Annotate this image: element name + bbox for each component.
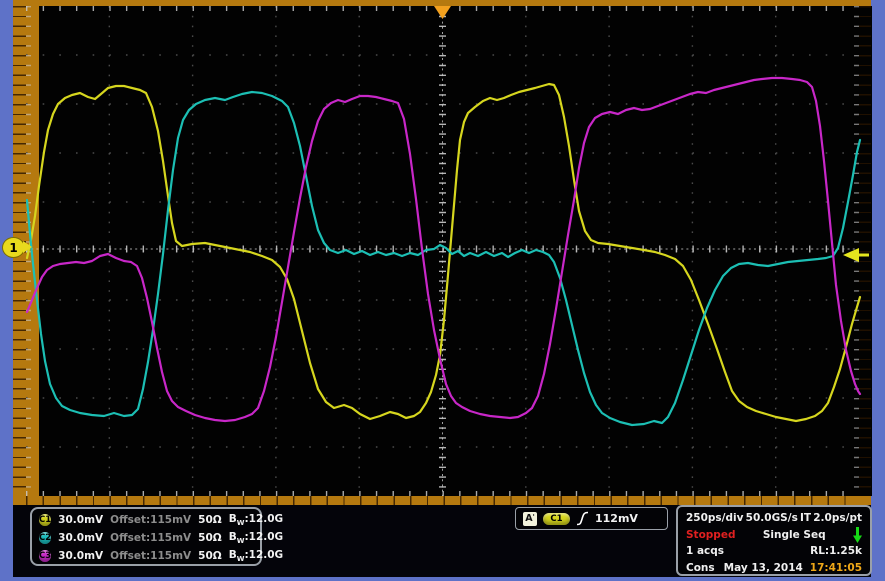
channel-termination: 50Ω bbox=[198, 532, 222, 544]
rising-edge-icon bbox=[576, 511, 589, 526]
channel-scale: 30.0mV bbox=[58, 514, 103, 526]
channel-badge-c1[interactable]: C1 bbox=[39, 514, 51, 526]
resolution-value: 2.0ps/pt bbox=[813, 512, 862, 524]
channel-row-c2[interactable]: C2 30.0mV Offset:115mV 50Ω BW:12.0G bbox=[32, 529, 260, 547]
channel-bandwidth: BW:12.0G bbox=[229, 549, 283, 563]
channel-termination: 50Ω bbox=[198, 514, 222, 526]
acquisition-status: Stopped bbox=[686, 529, 735, 541]
trigger-source-badge: C1 bbox=[543, 513, 570, 525]
channel-bandwidth: BW:12.0G bbox=[229, 531, 283, 545]
sample-rate-value: 50.0GS/s bbox=[746, 512, 798, 524]
horizontal-readout-row: 250ps/div 50.0GS/s IT 2.0ps/pt bbox=[686, 510, 862, 527]
graticule-frame bbox=[13, 0, 871, 505]
channel-offset: Offset:115mV bbox=[110, 550, 191, 562]
acq-count-row: 1 acqs RL:1.25k bbox=[686, 543, 862, 560]
channel-termination: 50Ω bbox=[198, 550, 222, 562]
cons-label: Cons bbox=[686, 562, 715, 574]
channel-badge-c2[interactable]: C2 bbox=[39, 532, 51, 544]
sequence-mode: Single Seq bbox=[763, 529, 826, 541]
channel-badge-c3[interactable]: C3 bbox=[39, 550, 51, 562]
channel-bandwidth: BW:12.0G bbox=[229, 513, 283, 527]
run-state-row: Stopped Single Seq bbox=[686, 527, 862, 544]
channel-scale: 30.0mV bbox=[58, 532, 103, 544]
trigger-event-badge: A' bbox=[523, 512, 537, 526]
trigger-readout-box[interactable]: A' C1 112mV bbox=[515, 507, 668, 530]
record-length: RL:1.25k bbox=[810, 545, 862, 557]
timebase-value: 250ps/div bbox=[686, 512, 743, 524]
channel1-reference-arrow-icon bbox=[23, 241, 32, 253]
trigger-level-value: 112mV bbox=[595, 512, 638, 525]
interpolation-mode: IT bbox=[800, 512, 811, 524]
channel-offset: Offset:115mV bbox=[110, 514, 191, 526]
readout-panel: C1 30.0mV Offset:115mV 50Ω BW:12.0G C2 3… bbox=[13, 505, 871, 577]
channel-row-c3[interactable]: C3 30.0mV Offset:115mV 50Ω BW:12.0G bbox=[32, 547, 260, 565]
arrow-down-icon bbox=[853, 527, 862, 543]
acquisition-count: 1 acqs bbox=[686, 545, 724, 557]
date-value: May 13, 2014 bbox=[724, 562, 803, 574]
channel-offset: Offset:115mV bbox=[110, 532, 191, 544]
channel-row-c1[interactable]: C1 30.0mV Offset:115mV 50Ω BW:12.0G bbox=[32, 511, 260, 529]
acquisition-status-box[interactable]: 250ps/div 50.0GS/s IT 2.0ps/pt Stopped S… bbox=[676, 505, 872, 576]
time-value: 17:41:05 bbox=[810, 562, 862, 574]
datetime-row: Cons May 13, 2014 17:41:05 bbox=[686, 560, 862, 577]
waveform-display[interactable] bbox=[39, 6, 872, 496]
channel-settings-box: C1 30.0mV Offset:115mV 50Ω BW:12.0G C2 3… bbox=[30, 507, 262, 566]
channel-scale: 30.0mV bbox=[58, 550, 103, 562]
channel1-reference-marker[interactable]: 1 bbox=[2, 237, 25, 258]
oscilloscope-screen: 1 C1 30.0mV Offset:115mV 50Ω BW:12.0G C2… bbox=[0, 0, 885, 581]
